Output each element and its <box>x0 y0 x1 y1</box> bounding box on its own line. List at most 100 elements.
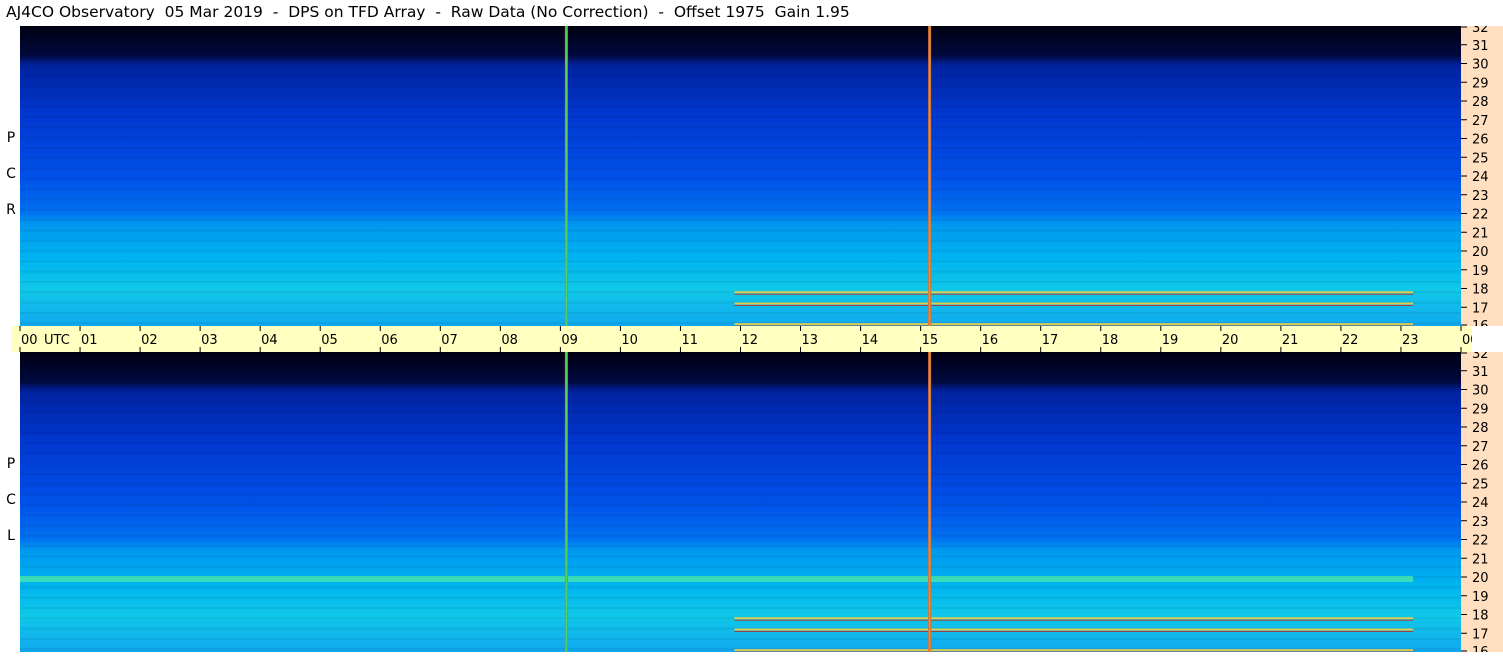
texture-band <box>20 452 1461 455</box>
time-tick-label: 10 <box>621 333 638 348</box>
freq-tick-label: 24 <box>1472 170 1489 185</box>
texture-band <box>20 239 1461 242</box>
spectrogram-rcp-canvas <box>20 26 1461 326</box>
freq-tick-label: 27 <box>1472 114 1489 129</box>
panel-label-letter: C <box>6 492 16 508</box>
texture-band <box>20 208 1461 211</box>
time-tick-label: 18 <box>1102 333 1119 348</box>
freq-tick-label: 30 <box>1472 384 1489 399</box>
texture-band <box>20 503 1461 506</box>
freq-tick-label: 20 <box>1472 571 1489 586</box>
freq-tick-label: 18 <box>1472 283 1489 298</box>
freq-tick-label: 24 <box>1472 496 1489 511</box>
panel-label-letter: R <box>6 202 16 218</box>
time-tick-label: 12 <box>742 333 759 348</box>
time-tick-label: 07 <box>441 333 458 348</box>
texture-band <box>20 188 1461 191</box>
texture-band <box>20 637 1461 640</box>
signal-band <box>734 649 1413 652</box>
freq-tick-label: 25 <box>1472 477 1489 492</box>
signal-band <box>734 302 1413 305</box>
freq-tick-label: 16 <box>1472 645 1489 652</box>
freq-axis-rcp: 32 31 30 29 28 27 26 25 24 23 22 21 20 19 18 17 16 <box>1461 21 1503 334</box>
texture-band <box>20 136 1461 139</box>
time-marker-core <box>565 26 567 326</box>
texture-band <box>20 116 1461 118</box>
texture-band <box>20 311 1461 314</box>
time-tick-label: 00 <box>1462 333 1472 348</box>
texture-band <box>20 177 1461 180</box>
spectrogram-lcp <box>20 352 1461 652</box>
texture-band <box>20 483 1461 486</box>
freq-tick-label: 21 <box>1472 226 1489 241</box>
texture-band <box>20 157 1461 160</box>
freq-tick-label: 25 <box>1472 151 1489 166</box>
time-tick-label: 16 <box>982 333 999 348</box>
time-tick-label: 04 <box>261 333 278 348</box>
panel-label-rcp: P C R <box>4 130 18 238</box>
texture-band <box>20 74 1461 77</box>
texture-band <box>20 250 1461 253</box>
texture-band <box>20 565 1461 568</box>
freq-tick-label: 19 <box>1472 264 1489 279</box>
time-tick-label: 11 <box>681 333 698 348</box>
texture-band <box>20 596 1461 599</box>
texture-band <box>20 219 1461 222</box>
time-marker-core <box>929 352 931 652</box>
texture-band <box>20 493 1461 496</box>
time-tick-label: 00 <box>21 333 38 348</box>
freq-axis-lcp: 32 31 30 29 28 27 26 25 24 23 22 21 20 19 18 17 16 <box>1461 347 1503 660</box>
texture-band <box>20 400 1461 403</box>
time-tick-label: 22 <box>1342 333 1359 348</box>
time-tick-label: 03 <box>201 333 218 348</box>
freq-tick-label: 27 <box>1472 440 1489 455</box>
freq-tick-label: 23 <box>1472 189 1489 204</box>
time-marker-core <box>929 26 931 326</box>
texture-band <box>20 411 1461 414</box>
time-tick-label: 01 <box>81 333 98 348</box>
time-tick-label: 17 <box>1042 333 1059 348</box>
freq-tick-label: 20 <box>1472 245 1489 260</box>
texture-band <box>20 472 1461 475</box>
freq-tick-label: 16 <box>1472 319 1489 326</box>
texture-band <box>20 146 1461 149</box>
texture-band <box>20 545 1461 548</box>
texture-band <box>20 462 1461 465</box>
time-tick-label: 13 <box>802 333 819 348</box>
freq-tick-label: 19 <box>1472 590 1489 605</box>
texture-band <box>20 229 1461 232</box>
time-tick-label: 02 <box>141 333 158 348</box>
freq-tick-label: 29 <box>1472 402 1489 417</box>
time-tick-label: 15 <box>922 333 939 348</box>
freq-tick-label: 31 <box>1472 39 1489 54</box>
time-tick-label: 20 <box>1222 333 1239 348</box>
texture-band <box>20 421 1461 424</box>
time-tick-label: 14 <box>862 333 879 348</box>
texture-band <box>20 198 1461 201</box>
texture-band <box>20 260 1461 263</box>
time-tick-label: 19 <box>1162 333 1179 348</box>
page-title: AJ4CO Observatory 05 Mar 2019 - DPS on T… <box>6 3 850 21</box>
texture-band <box>20 586 1461 589</box>
freq-tick-label: 32 <box>1472 26 1489 36</box>
panel-label-letter: L <box>7 528 15 544</box>
texture-band <box>20 534 1461 537</box>
texture-band <box>20 105 1461 108</box>
time-axis: 00 01 02 03 04 05 06 07 08 09 10 11 12 13 14 15 16 17 18 19… <box>11 326 1503 352</box>
time-tick-label: 09 <box>561 333 578 348</box>
time-tick-label: 23 <box>1402 333 1419 348</box>
signal-band <box>734 617 1413 620</box>
texture-band <box>20 555 1461 558</box>
texture-band <box>20 95 1461 98</box>
spectrogram-rcp <box>20 26 1461 326</box>
signal-band <box>734 291 1413 294</box>
panel-label-lcp: P C L <box>4 456 18 564</box>
texture-band <box>20 431 1461 434</box>
freq-tick-label: 17 <box>1472 301 1489 316</box>
signal-band <box>734 628 1413 631</box>
time-tick-label: 05 <box>321 333 338 348</box>
freq-tick-label: 26 <box>1472 133 1489 148</box>
spectrogram-lcp-canvas <box>20 352 1461 652</box>
freq-tick-label: 21 <box>1472 552 1489 567</box>
freq-tick-label: 22 <box>1472 534 1489 549</box>
